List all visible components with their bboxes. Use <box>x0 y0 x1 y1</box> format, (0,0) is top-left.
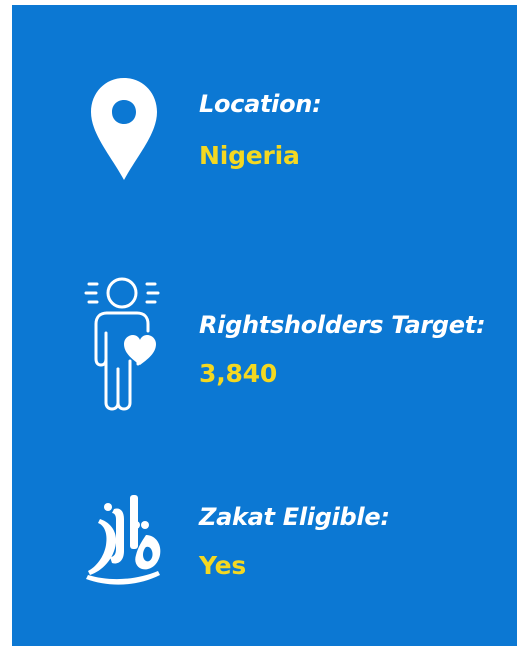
location-label: Location: <box>199 90 322 118</box>
zakat-calligraphy-icon <box>86 495 161 585</box>
map-pin-icon <box>91 78 157 180</box>
project-info-panel: Location: Nigeria Rightsholders Target: … <box>12 5 517 646</box>
rightsholders-target-row: Rightsholders Target: 3,840 <box>12 273 517 413</box>
person-heart-icon <box>84 277 160 411</box>
location-value: Nigeria <box>199 141 300 170</box>
zakat-eligible-value: Yes <box>199 551 247 580</box>
rightsholders-target-label: Rightsholders Target: <box>199 311 486 339</box>
zakat-eligible-row: Zakat Eligible: Yes <box>12 483 517 623</box>
rightsholders-target-value: 3,840 <box>199 359 278 388</box>
location-row: Location: Nigeria <box>12 70 517 210</box>
zakat-eligible-label: Zakat Eligible: <box>199 503 390 531</box>
